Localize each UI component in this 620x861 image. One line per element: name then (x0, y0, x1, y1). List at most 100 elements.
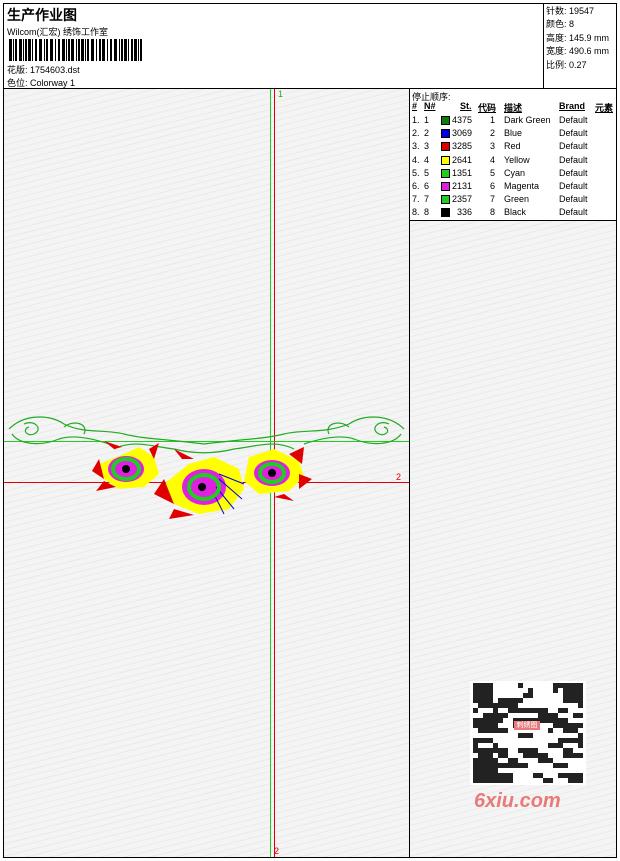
qr-module (498, 753, 503, 758)
qr-module (558, 743, 563, 748)
qr-module (573, 728, 578, 733)
row-code: 5 (490, 167, 496, 178)
qr-module (483, 718, 488, 723)
stats-panel: 针数: 19547 颜色: 8 高度: 145.9 mm 宽度: 490.6 m… (543, 3, 617, 88)
qr-module (493, 743, 498, 748)
qr-module (563, 683, 568, 688)
row-stitches: 3069 (452, 128, 473, 139)
row-brand: Default (559, 181, 588, 191)
row-brand: Default (559, 154, 588, 165)
header: 生产作业图 Wilcom(汇宏) 绣饰工作室 花版: 1754603.dst 色… (3, 3, 617, 89)
barcode-bar (68, 39, 70, 61)
qr-module (573, 688, 578, 693)
row-description: Dark Green (504, 115, 551, 125)
qr-module (573, 773, 578, 778)
qr-module (578, 778, 583, 783)
qr-module (483, 723, 488, 728)
qr-module (478, 773, 483, 778)
qr-module (483, 778, 488, 783)
row-stitches: 1351 (452, 167, 473, 178)
qr-module (518, 683, 523, 688)
stat-ratio: 比例: 0.27 (546, 59, 587, 70)
qr-module (543, 778, 548, 783)
barcode-bar (91, 39, 94, 61)
color-swatch (441, 129, 450, 139)
qr-module (473, 708, 478, 713)
qr-module (513, 763, 518, 768)
qr-module (493, 723, 498, 728)
table-header: # N# St. 代码 描述 Brand 元素 (410, 101, 616, 113)
row-stitches: 336 (456, 207, 472, 218)
qr-module (543, 708, 548, 713)
stat-colors: 颜色: 8 (546, 19, 575, 30)
qr-module (483, 758, 488, 763)
barcode-bar (35, 39, 37, 61)
qr-module (523, 748, 528, 753)
row-index: 7. (412, 194, 420, 205)
qr-module (533, 708, 538, 713)
qr-module (558, 763, 563, 768)
qr-module (483, 763, 488, 768)
qr-module (578, 688, 583, 693)
stat-width: 宽度: 490.6 mm (546, 46, 610, 57)
row-stitches: 3285 (452, 141, 473, 152)
qr-module (483, 713, 488, 718)
qr-module (473, 743, 478, 748)
qr-module (493, 758, 498, 763)
color-swatch (441, 155, 450, 165)
row-index: 8. (412, 207, 420, 218)
qr-module (563, 753, 568, 758)
qr-module (573, 723, 578, 728)
row-description: Cyan (504, 167, 526, 178)
barcode-bar (13, 39, 14, 61)
qr-module (508, 778, 513, 783)
qr-module (503, 748, 508, 753)
qr-module (483, 683, 488, 688)
barcode-bar (62, 39, 65, 61)
qr-module (523, 708, 528, 713)
qr-module (533, 773, 538, 778)
qr-module (473, 778, 478, 783)
pattern-info: 花版: 1754603.dst (7, 63, 80, 76)
qr-module (568, 773, 573, 778)
qr-module (473, 688, 478, 693)
barcode-bar (140, 39, 142, 61)
qr-module (553, 718, 558, 723)
qr-module (548, 728, 553, 733)
design-canvas: 1 2 2 (4, 89, 409, 857)
barcode-bar (128, 39, 129, 61)
qr-module (493, 748, 498, 753)
table-row: 5. 5 1351 5 Cyan Default (410, 168, 616, 181)
qr-module (483, 738, 488, 743)
qr-module (568, 778, 573, 783)
row-description: Green (504, 194, 530, 205)
barcode-bar (9, 39, 12, 61)
row-description: Yellow (504, 154, 530, 165)
site-watermark: 6xiu.com (474, 790, 561, 812)
pattern-label: 花版: (7, 65, 28, 75)
qr-module (473, 763, 478, 768)
qr-module (543, 718, 548, 723)
pattern-value: 1754603.dst (30, 65, 80, 75)
embroidery-design (8, 416, 405, 519)
barcode-bar (138, 39, 139, 61)
qr-module (568, 693, 573, 698)
qr-module (513, 703, 518, 708)
barcode-bar (124, 39, 127, 61)
qr-module (488, 698, 493, 703)
row-n: 7 (424, 194, 430, 205)
qr-module (483, 703, 488, 708)
qr-module (568, 683, 573, 688)
barcode-bar (71, 39, 74, 61)
barcode-bar (134, 39, 137, 61)
qr-module (478, 703, 483, 708)
flower-center (154, 449, 245, 519)
qr-module (578, 703, 583, 708)
qr-module (528, 708, 533, 713)
qr-module (473, 718, 478, 723)
qr-module (563, 698, 568, 703)
qr-module (558, 683, 563, 688)
qr-module (578, 683, 583, 688)
row-brand: Default (559, 194, 588, 205)
row-brand: Default (559, 115, 588, 125)
